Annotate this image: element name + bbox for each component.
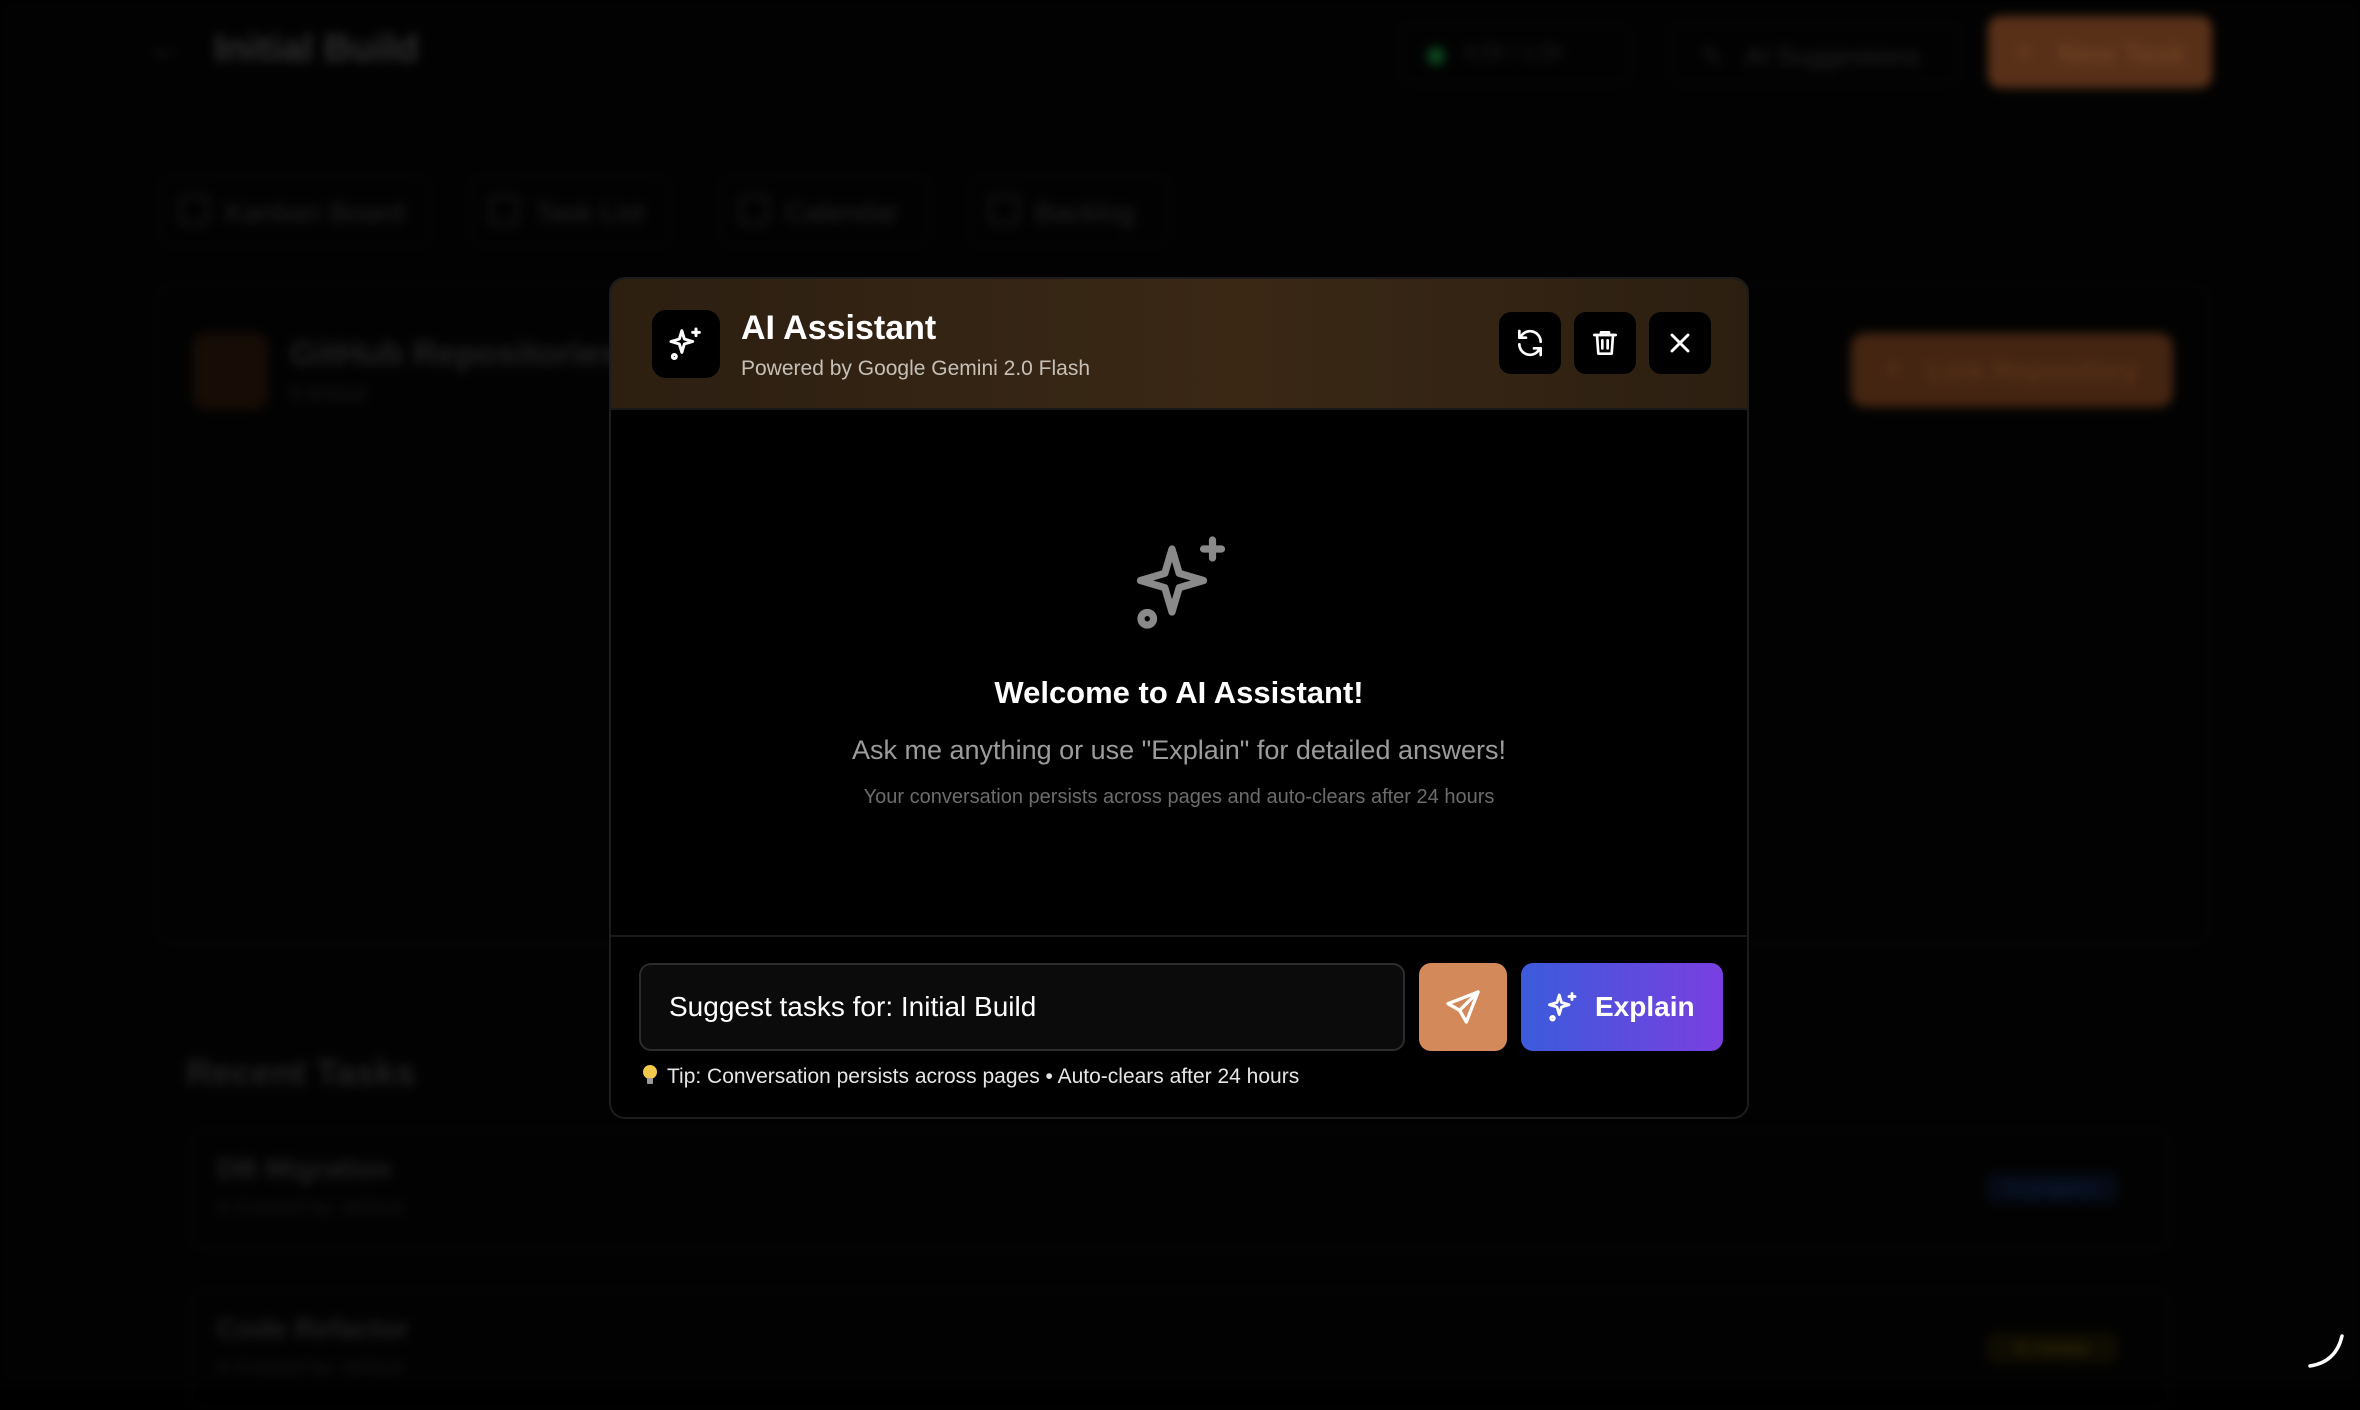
chat-input[interactable] [639,963,1405,1051]
sparkles-icon [1548,992,1577,1022]
send-icon [1446,990,1480,1024]
clear-chat-button[interactable] [1574,312,1636,374]
ai-assistant-modal: AI Assistant Powered by Google Gemini 2.… [609,277,1749,1119]
close-icon [1670,333,1690,353]
explain-button[interactable]: Explain [1521,963,1723,1051]
tip-text: Tip: Conversation persists across pages … [667,1065,1300,1088]
refresh-icon [1518,329,1542,357]
modal-header: AI Assistant Powered by Google Gemini 2.… [611,279,1747,410]
modal-subtitle: Powered by Google Gemini 2.0 Flash [741,357,1091,380]
welcome-subtitle: Ask me anything or use "Explain" for det… [852,735,1506,765]
trash-icon [1593,331,1617,355]
lightbulb-icon [643,1065,657,1085]
modal-title: AI Assistant [741,309,937,347]
explain-label: Explain [1595,991,1695,1022]
welcome-note: Your conversation persists across pages … [863,786,1495,808]
close-button[interactable] [1649,312,1711,374]
send-button[interactable] [1419,963,1507,1051]
resize-handle-icon[interactable] [2306,1330,2346,1370]
sparkles-icon [1127,531,1235,644]
refresh-button[interactable] [1499,312,1561,374]
tip-text-row: Tip: Conversation persists across pages … [643,1065,1299,1089]
sparkles-icon [652,310,720,378]
welcome-title: Welcome to AI Assistant! [994,675,1364,710]
